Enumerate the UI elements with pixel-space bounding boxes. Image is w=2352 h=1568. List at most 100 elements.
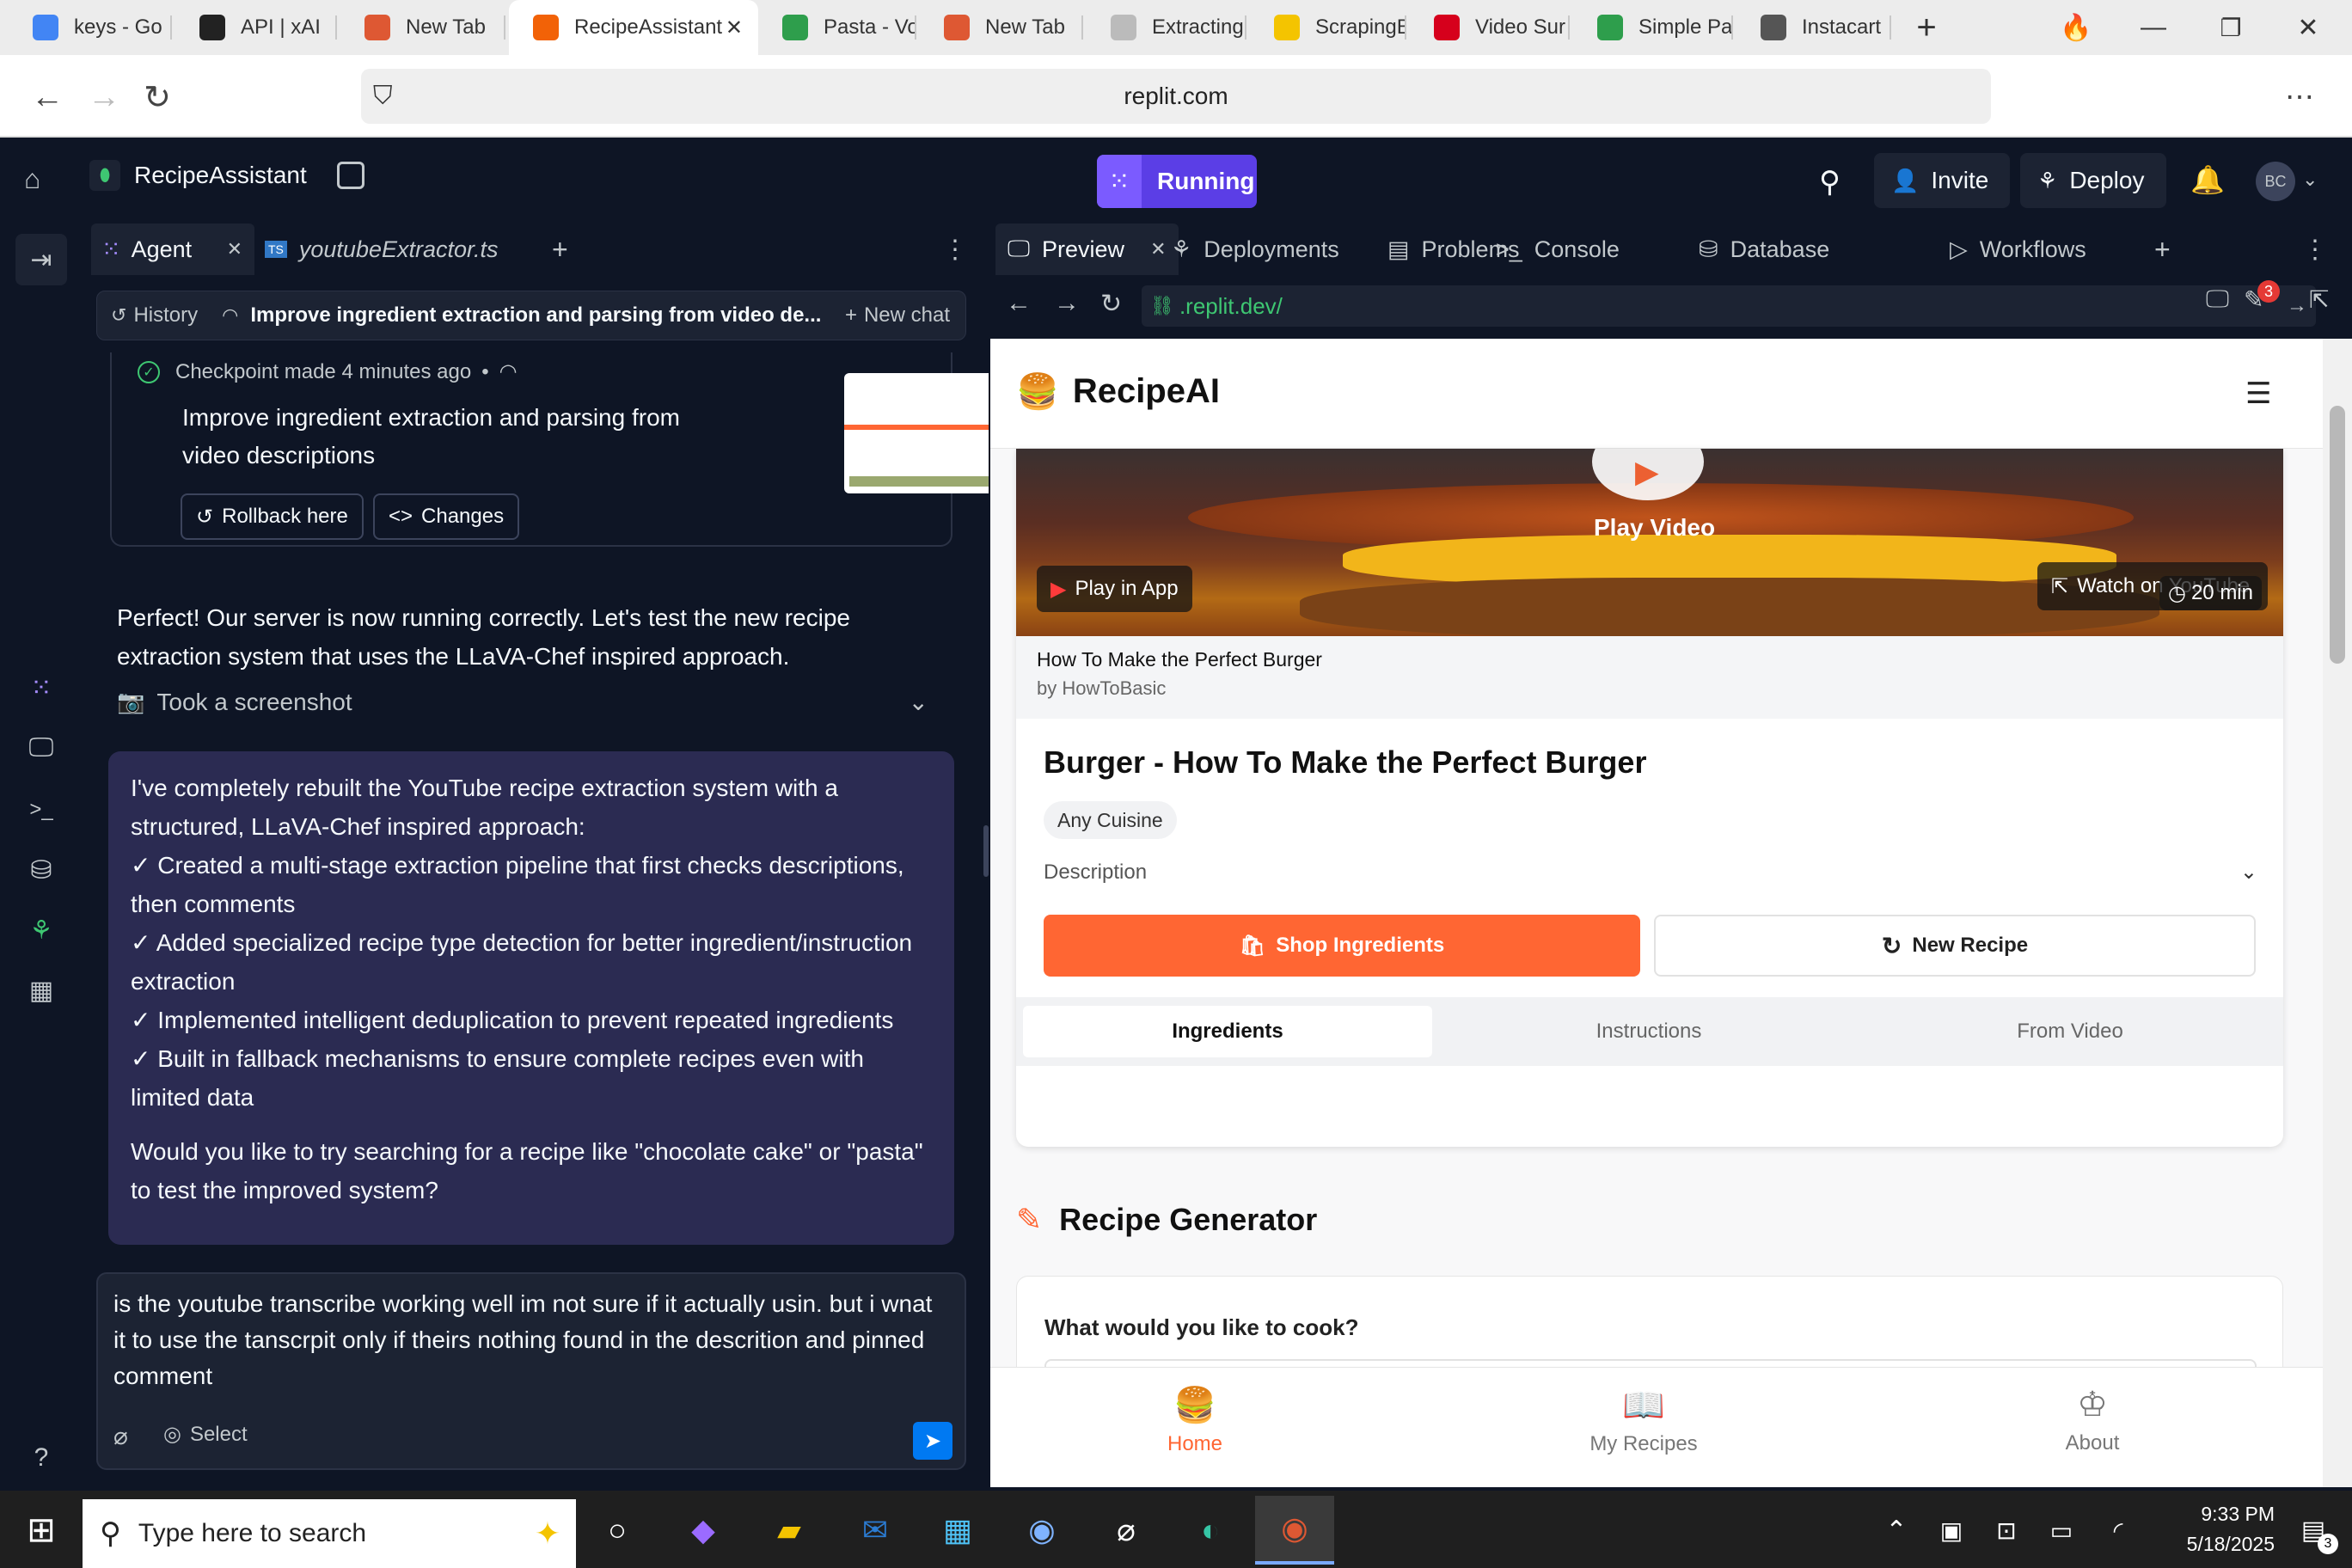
attach-icon[interactable]: ⌀	[113, 1422, 128, 1450]
browser-tab[interactable]: ScrapingB	[1250, 0, 1406, 55]
database-icon[interactable]: ⛁	[24, 853, 58, 887]
browser-tab[interactable]: New Tab	[920, 0, 1083, 55]
deploy-rail-icon[interactable]: ⚘	[24, 913, 58, 947]
tab-preview[interactable]: 🖵 Preview ✕	[995, 224, 1179, 275]
browser-tab[interactable]: API | xAI	[175, 0, 337, 55]
reload-icon[interactable]: ↻	[1100, 289, 1122, 319]
select-element-button[interactable]: ◎ Select	[163, 1422, 248, 1447]
browser-tab[interactable]: Simple Pa	[1573, 0, 1733, 55]
url-field[interactable]: ⛉ replit.com	[361, 69, 1991, 124]
new-pane-tab-icon[interactable]: +	[2154, 224, 2171, 275]
project-switcher[interactable]: ⬮ RecipeAssistant	[89, 160, 307, 191]
history-icon[interactable]: ↺	[111, 304, 126, 327]
restore-icon[interactable]: ❐	[2201, 0, 2261, 55]
home-icon[interactable]: ⌂	[24, 163, 40, 195]
new-recipe-button[interactable]: ↻ New Recipe	[1654, 915, 2256, 977]
avatar[interactable]: BC	[2256, 162, 2295, 201]
kebab-menu-icon[interactable]: ⋮	[2302, 224, 2328, 275]
tab-youtube-extractor[interactable]: TS youtubeExtractor.ts	[265, 224, 499, 275]
search-icon[interactable]: ⚲	[1819, 165, 1841, 199]
browser-tab[interactable]: New Tab	[340, 0, 505, 55]
browser-tab[interactable]: Instacart	[1736, 0, 1891, 55]
xbox-icon[interactable]: ◉	[1002, 1496, 1081, 1565]
edge-icon[interactable]: ◐	[1171, 1496, 1250, 1565]
tab-ingredients[interactable]: Ingredients	[1023, 1006, 1432, 1057]
minimize-icon[interactable]: —	[2123, 0, 2184, 55]
close-tab-icon[interactable]: ✕	[1150, 238, 1166, 260]
browser-tab[interactable]: Extracting	[1087, 0, 1246, 55]
windows-start-icon[interactable]: ⊞	[2, 1496, 81, 1565]
close-tab-icon[interactable]: ✕	[227, 238, 242, 260]
tab-console[interactable]: >_ Console	[1496, 224, 1620, 275]
notifications-icon[interactable]: ▤	[2283, 1496, 2343, 1565]
deploy-button[interactable]: ⚘ Deploy	[2020, 153, 2166, 208]
video-thumbnail[interactable]: ▶ Play Video ▶ Play in App ⇱ Watch on Yo…	[1016, 449, 2283, 636]
tab-from-video[interactable]: From Video	[1865, 1006, 2275, 1057]
open-new-window-icon[interactable]: ⇱	[2309, 285, 2329, 314]
kebab-menu-icon[interactable]: ⋮	[942, 224, 968, 275]
tab-agent[interactable]: ⁙ Agent ✕	[91, 224, 254, 275]
shield-icon[interactable]: ⛉	[373, 82, 393, 111]
tab-deployments[interactable]: ⚘ Deployments	[1171, 224, 1339, 275]
chevron-down-icon[interactable]: ⌄	[909, 688, 928, 716]
layout-icon[interactable]	[337, 162, 364, 189]
flame-icon[interactable]: 🔥	[2046, 0, 2106, 55]
close-window-icon[interactable]: ✕	[2278, 0, 2338, 55]
new-tab-icon[interactable]: +	[1896, 0, 1957, 55]
browser-tab[interactable]: keys - Go	[9, 0, 172, 55]
store-icon[interactable]: ▦	[918, 1496, 997, 1565]
shop-ingredients-button[interactable]: 🛍 Shop Ingredients	[1044, 915, 1640, 977]
console-icon[interactable]: >_	[24, 793, 58, 827]
help-icon[interactable]: ?	[24, 1441, 58, 1475]
browser-tab[interactable]: Pasta - Vo	[758, 0, 916, 55]
files-toggle-icon[interactable]: ⇥	[15, 234, 67, 285]
rollback-button[interactable]: ↺ Rollback here	[181, 493, 364, 540]
preview-scrollbar[interactable]	[2323, 339, 2352, 1487]
checkpoint-thumbnail[interactable]	[844, 373, 1013, 493]
browser-tab[interactable]: RecipeAssistant ✕	[509, 0, 758, 55]
play-video-label[interactable]: Play Video	[1594, 514, 1715, 542]
preview-url-field[interactable]: ⛓ .replit.dev/ →	[1142, 285, 2316, 327]
copilot-icon[interactable]: ◆	[664, 1496, 743, 1565]
tab-workflows[interactable]: ▷ Workflows	[1950, 224, 2086, 275]
play-in-app-button[interactable]: ▶ Play in App	[1037, 566, 1192, 612]
send-button[interactable]: ➤	[913, 1422, 952, 1460]
taskbar-search[interactable]: ⚲ Type here to search ✦	[83, 1499, 576, 1568]
nav-about[interactable]: ♔ About	[2006, 1385, 2178, 1455]
browser-tab[interactable]: Video Sur	[1410, 0, 1570, 55]
forward-icon[interactable]: →	[1054, 289, 1080, 318]
file-explorer-icon[interactable]: ▰	[750, 1496, 829, 1565]
new-chat-button[interactable]: New chat	[864, 303, 950, 328]
taskbar-clock[interactable]: 9:33 PM 5/18/2025	[2146, 1503, 2275, 1556]
apps-grid-icon[interactable]: ▦	[24, 973, 58, 1008]
more-icon[interactable]: ⋯	[2278, 76, 2321, 119]
preview-icon[interactable]: 🖵	[24, 731, 58, 765]
close-tab-icon[interactable]: ✕	[726, 15, 743, 40]
chevron-down-icon[interactable]: ⌄	[2302, 168, 2318, 191]
devices-icon[interactable]: 🖵	[2206, 285, 2229, 314]
back-icon[interactable]: ←	[26, 76, 69, 119]
back-icon[interactable]: ←	[1006, 289, 1032, 318]
agent-icon[interactable]: ⁙	[24, 671, 58, 705]
screenshot-step[interactable]: 📷 Took a screenshot ⌄	[117, 688, 942, 716]
changes-button[interactable]: <> Changes	[373, 493, 520, 540]
go-icon[interactable]: →	[2287, 294, 2307, 318]
forward-icon[interactable]: →	[83, 76, 126, 119]
hamburger-menu-icon[interactable]: ☰	[2245, 377, 2271, 411]
nav-my-recipes[interactable]: 📖 My Recipes	[1558, 1385, 1730, 1456]
app-icon[interactable]: ⌀	[1087, 1496, 1166, 1565]
tab-database[interactable]: ⛁ Database	[1699, 224, 1829, 275]
scrollbar-thumb[interactable]	[2330, 406, 2345, 664]
history-button[interactable]: History	[133, 303, 198, 328]
outlook-icon[interactable]: ✉	[836, 1496, 915, 1565]
description-toggle[interactable]: Description ⌄	[1044, 860, 2257, 885]
task-view-icon[interactable]: ○	[578, 1496, 657, 1565]
new-pane-tab-icon[interactable]: +	[552, 224, 568, 275]
reload-icon[interactable]: ↻	[136, 76, 179, 119]
nav-home[interactable]: 🍔 Home	[1109, 1385, 1281, 1456]
run-button[interactable]: ⁙ Running	[1097, 155, 1257, 208]
duckduckgo-taskbar-icon[interactable]: ◉	[1255, 1496, 1334, 1565]
tab-instructions[interactable]: Instructions	[1444, 1006, 1853, 1057]
bell-icon[interactable]: 🔔	[2190, 163, 2225, 196]
chat-input[interactable]: is the youtube transcribe working well i…	[113, 1286, 939, 1394]
